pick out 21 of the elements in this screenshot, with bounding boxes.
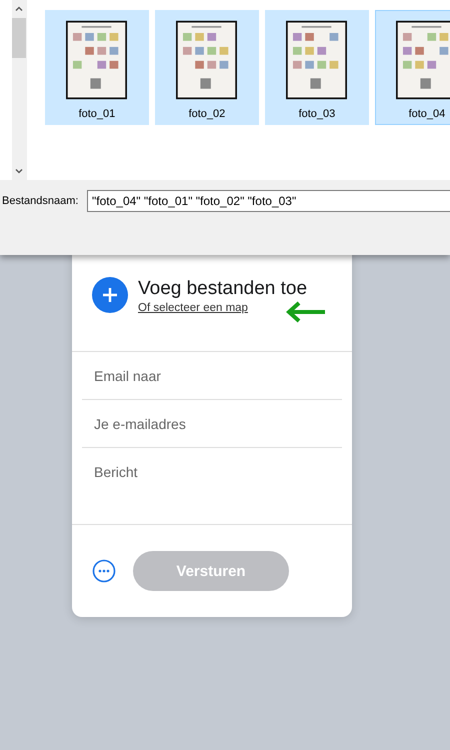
scroll-down-icon[interactable] (14, 166, 24, 176)
file-tile[interactable]: foto_03 (264, 10, 369, 125)
scrollbar-thumb[interactable] (12, 18, 26, 58)
scrollbar[interactable] (12, 0, 27, 180)
add-icon[interactable] (92, 277, 128, 313)
file-name: foto_03 (298, 108, 336, 120)
file-name: foto_02 (188, 108, 226, 120)
message-field[interactable]: Bericht (82, 448, 342, 524)
file-name: foto_04 (408, 108, 446, 120)
input-field[interactable]: Je e-mailadres (82, 400, 342, 448)
file-tile[interactable]: foto_02 (154, 10, 259, 125)
filename-field[interactable]: "foto_04" "foto_01" "foto_02" "foto_03" (87, 190, 450, 212)
file-tile[interactable]: foto_04 (374, 10, 450, 125)
more-icon[interactable] (92, 559, 116, 583)
file-name: foto_01 (78, 108, 116, 120)
select-folder-link[interactable]: Of selecteer een map (138, 302, 248, 314)
arrow-annotation (284, 300, 326, 324)
card-title: Voeg bestanden toe (138, 277, 308, 301)
file-tile[interactable]: foto_01 (44, 10, 149, 125)
input-field[interactable]: Email naar (82, 352, 342, 400)
filename-label: Bestandsnaam: (2, 195, 80, 207)
